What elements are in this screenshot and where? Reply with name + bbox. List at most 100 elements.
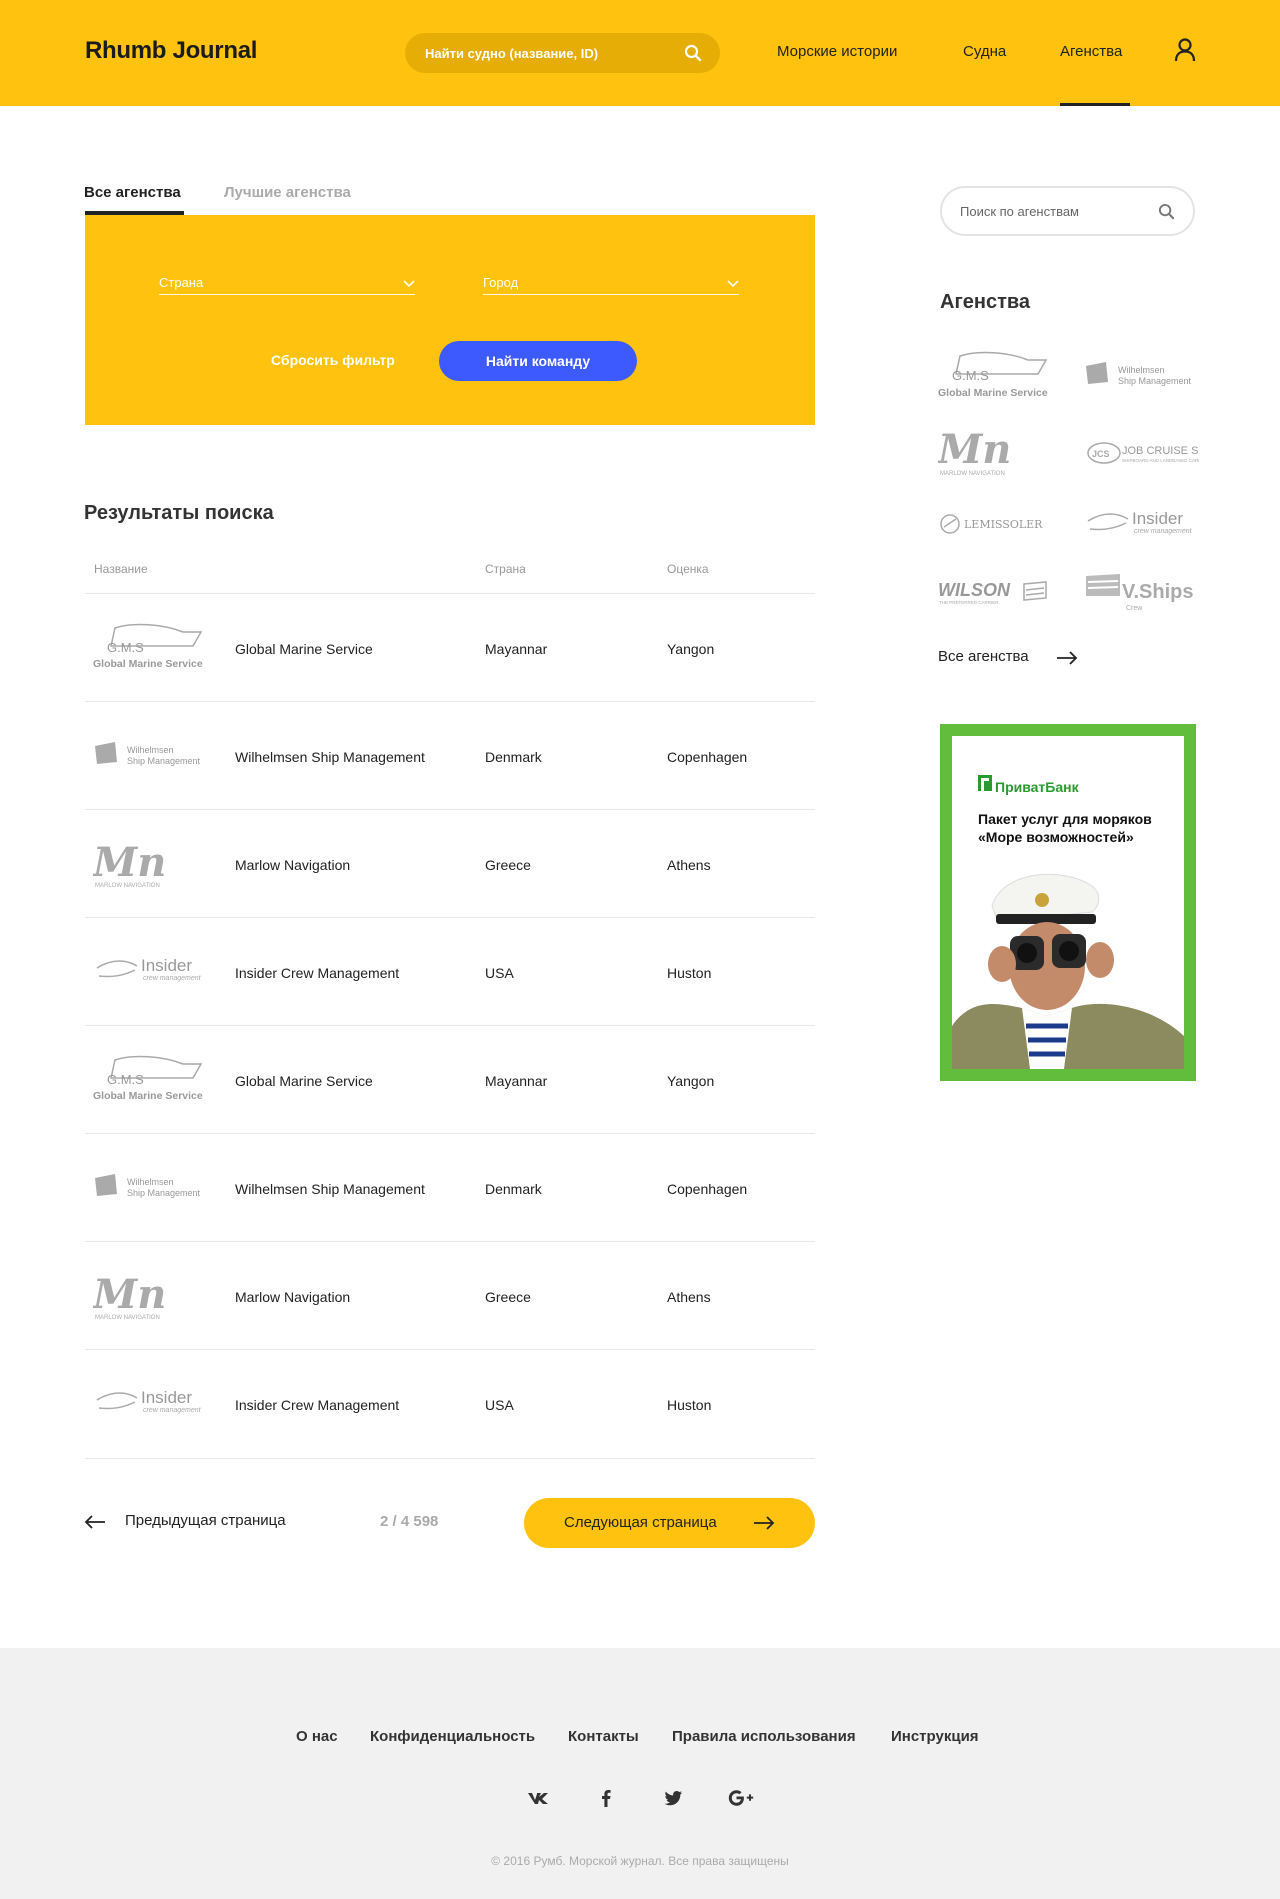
table-row[interactable]: Insider crew management Insider Crew Manag… (85, 1349, 815, 1457)
svg-text:Ship Management: Ship Management (127, 1188, 201, 1198)
footer-link-privacy[interactable]: Конфиденциальность (370, 1728, 535, 1745)
svg-text:crew management: crew management (143, 975, 202, 982)
divider (85, 1458, 815, 1459)
svg-text:Wilhelmsen: Wilhelmsen (127, 745, 174, 755)
footer-link-about[interactable]: О нас (296, 1728, 338, 1745)
svg-text:WILSON: WILSON (938, 580, 1011, 600)
agency-search[interactable] (940, 186, 1195, 236)
vk-icon[interactable] (526, 1786, 550, 1810)
marlow-logo: Mn MARLOW NAVIGATION (91, 838, 211, 890)
wilhelmsen-logo: Wilhelmsen Ship Management (93, 1162, 211, 1214)
table-row[interactable]: Wilhelmsen Ship Management Wilhelmsen Ship… (85, 1133, 815, 1241)
agency-rating: Athens (667, 1289, 711, 1305)
job-cruise-ship-logo[interactable]: JCS JOB CRUISE SHIP SHIPBOARD AND LANDBA… (1084, 425, 1217, 479)
copyright: © 2016 Румб. Морской журнал. Все права з… (491, 1854, 789, 1868)
agency-country: Mayannar (485, 641, 548, 657)
sailor-with-binoculars-image (952, 873, 1184, 1069)
google-plus-icon[interactable] (728, 1786, 754, 1810)
arrow-right-icon (754, 1516, 775, 1530)
svg-text:crew management: crew management (143, 1407, 202, 1414)
svg-text:Insider: Insider (141, 1388, 192, 1407)
wilhelmsen-logo: Wilhelmsen Ship Management (93, 730, 211, 782)
arrow-left-icon (84, 1515, 105, 1529)
marlow-logo[interactable]: Mn MARLOW NAVIGATION (936, 425, 1053, 479)
agency-search-input[interactable] (942, 188, 1193, 234)
svg-text:JCS: JCS (1092, 449, 1110, 459)
search-icon[interactable] (684, 44, 702, 67)
next-page-label: Следующая страница (564, 1514, 717, 1531)
chevron-down-icon (727, 275, 739, 293)
gms-logo: G.M.S Global Marine Service (93, 1054, 211, 1106)
agency-name: Global Marine Service (235, 1073, 373, 1089)
tab-best-agencies[interactable]: Лучшие агенства (224, 184, 351, 201)
city-select[interactable]: Город (483, 267, 739, 295)
agency-name: Insider Crew Management (235, 1397, 400, 1413)
footer-link-instructions[interactable]: Инструкция (891, 1728, 979, 1745)
footer-link-contacts[interactable]: Контакты (568, 1728, 639, 1745)
lemissoler-logo[interactable]: LEMISSOLER (938, 497, 1053, 551)
svg-text:Ship Management: Ship Management (1118, 376, 1192, 386)
svg-text:V.Ships: V.Ships (1122, 581, 1194, 603)
wilson-logo[interactable]: WILSON THE PREFERRED CARRIER (938, 566, 1053, 620)
insider-logo: Insider crew management (93, 1378, 211, 1430)
country-select[interactable]: Страна (159, 267, 415, 295)
svg-text:Crew: Crew (1126, 605, 1143, 612)
twitter-icon[interactable] (661, 1786, 685, 1810)
nav-agencies[interactable]: Агенства (1060, 43, 1122, 60)
svg-text:Mn: Mn (93, 1271, 166, 1318)
ad-headline: Пакет услуг для моряков «Море возможност… (978, 811, 1152, 845)
site-logo[interactable]: Rhumb Journal (85, 37, 257, 65)
prev-page-label: Предыдущая страница (125, 1512, 286, 1529)
privatbank-ad-banner[interactable]: ПриватБанк Пакет услуг для моряков «Море… (940, 724, 1196, 1081)
header: Rhumb Journal Морские истории Судна Аген… (0, 0, 1280, 106)
svg-text:Global Marine Service: Global Marine Service (93, 658, 203, 670)
svg-text:LEMISSOLER: LEMISSOLER (964, 518, 1043, 531)
svg-text:Mn: Mn (938, 426, 1011, 473)
agency-rating: Copenhagen (667, 749, 748, 765)
agency-name: Insider Crew Management (235, 965, 400, 981)
column-header-rating: Оценка (667, 562, 709, 576)
page-indicator: 2 / 4 598 (380, 1513, 439, 1530)
agency-country: Greece (485, 1289, 531, 1305)
column-header-country: Страна (485, 562, 526, 576)
table-row[interactable]: Insider crew management Insider Crew Manag… (85, 917, 815, 1025)
user-icon[interactable] (1174, 38, 1196, 67)
table-row[interactable]: Wilhelmsen Ship Management Wilhelmsen Ship… (85, 701, 815, 809)
vessel-search-input[interactable] (405, 33, 720, 73)
gms-logo[interactable]: G.M.S Global Marine Service (938, 348, 1053, 402)
wilhelmsen-logo[interactable]: Wilhelmsen Ship Management (1084, 348, 1199, 402)
find-team-button[interactable]: Найти команду (439, 341, 637, 381)
svg-text:JOB CRUISE SHIP: JOB CRUISE SHIP (1122, 445, 1199, 457)
table-row[interactable]: G.M.S Global Marine Service Global Marine … (85, 593, 815, 701)
svg-text:G.M.S: G.M.S (107, 640, 144, 655)
all-agencies-link[interactable]: Все агенства (938, 648, 1078, 665)
tab-all-agencies[interactable]: Все агенства (84, 184, 181, 201)
table-row[interactable]: G.M.S Global Marine Service Global Marine … (85, 1025, 815, 1133)
facebook-icon[interactable] (594, 1786, 618, 1810)
svg-text:G.M.S: G.M.S (107, 1072, 144, 1087)
agency-country: Mayannar (485, 1073, 548, 1089)
svg-text:MARLOW NAVIGATION: MARLOW NAVIGATION (95, 1315, 160, 1321)
table-row[interactable]: Mn MARLOW NAVIGATION Marlow Navigation Gree… (85, 809, 815, 917)
reset-filter-button[interactable]: Сбросить фильтр (271, 352, 395, 368)
search-icon[interactable] (1158, 203, 1175, 225)
svg-text:crew management: crew management (1134, 528, 1193, 535)
vships-logo[interactable]: V.Ships Crew (1084, 566, 1199, 620)
svg-text:SHIPBOARD AND LANDBASED CAREER: SHIPBOARD AND LANDBASED CAREERS (1122, 458, 1199, 463)
gms-logo: G.M.S Global Marine Service (93, 622, 211, 674)
nav-vessels[interactable]: Судна (963, 43, 1006, 60)
footer-link-terms[interactable]: Правила использования (672, 1728, 856, 1745)
next-page-button[interactable]: Следующая страница (524, 1498, 815, 1548)
ad-content: ПриватБанк Пакет услуг для моряков «Море… (952, 736, 1184, 1069)
vessel-search[interactable] (405, 33, 720, 73)
nav-active-indicator (1060, 103, 1130, 106)
footer: О нас Конфиденциальность Контакты Правил… (0, 1648, 1280, 1899)
svg-text:Global Marine Service: Global Marine Service (938, 387, 1048, 399)
agency-rating: Yangon (667, 641, 715, 657)
table-row[interactable]: Mn MARLOW NAVIGATION Marlow Navigation Gree… (85, 1241, 815, 1349)
agency-name: Marlow Navigation (235, 1289, 351, 1305)
insider-logo[interactable]: Insider crew management (1084, 497, 1199, 551)
svg-text:MARLOW NAVIGATION: MARLOW NAVIGATION (95, 883, 160, 889)
nav-sea-stories[interactable]: Морские истории (777, 43, 897, 60)
arrow-right-icon (1057, 651, 1078, 665)
